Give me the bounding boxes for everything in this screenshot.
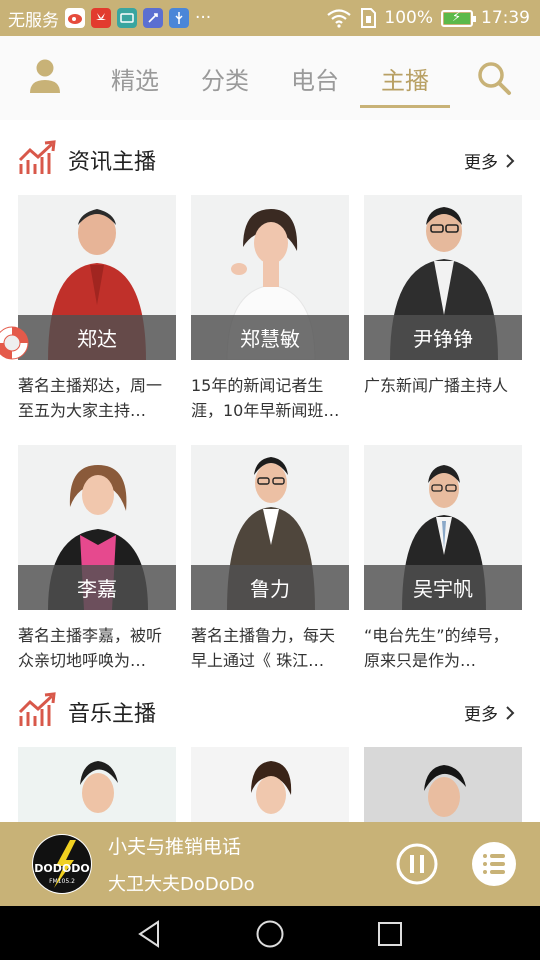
- host-photo: 鲁力: [191, 445, 349, 610]
- usb-icon: [169, 8, 189, 28]
- host-card[interactable]: 吴宇帆 “电台先生”的绰号，原来只是作为…: [364, 445, 522, 673]
- logo-frequency: FM105.2: [49, 878, 75, 885]
- section-header-news: 资讯主播 更多: [0, 134, 540, 184]
- host-photo: 尹铮铮: [364, 195, 522, 360]
- lifebuoy-icon[interactable]: [0, 318, 30, 368]
- host-card[interactable]: 鲁力 著名主播鲁力，每天早上通过《 珠江…: [191, 445, 349, 673]
- host-description: 广东新闻广播主持人: [364, 376, 509, 395]
- trending-chart-icon: [18, 692, 56, 726]
- section-header-music: 音乐主播 更多: [0, 686, 540, 736]
- host-photo: [18, 747, 176, 822]
- host-name: 吴宇帆: [364, 565, 522, 610]
- section-title: 音乐主播: [68, 702, 157, 727]
- host-photo: 郑达: [18, 195, 176, 360]
- section-title: 资讯主播: [68, 150, 157, 175]
- now-playing-bar[interactable]: DODODO FM105.2 小夫与推销电话 大卫大夫DoDoDo: [0, 822, 540, 906]
- recents-icon[interactable]: [375, 919, 405, 949]
- trending-chart-icon: [18, 140, 56, 174]
- host-card[interactable]: [191, 747, 349, 822]
- host-card[interactable]: [18, 747, 176, 822]
- tab-stations[interactable]: 电台: [270, 36, 360, 120]
- tab-featured[interactable]: 精选: [90, 36, 180, 120]
- host-card[interactable]: [364, 747, 522, 822]
- host-description: 著名主播鲁力，每天早上通过《 珠江…: [191, 626, 336, 670]
- host-card[interactable]: 尹铮铮 广东新闻广播主持人: [364, 195, 522, 423]
- top-navigation: 精选 分类 电台 主播: [0, 36, 540, 120]
- back-icon[interactable]: [136, 919, 166, 949]
- usb-tool-icon: [143, 8, 163, 28]
- host-name: 郑达: [18, 315, 176, 360]
- status-bar: 无服务 ··· 100% ⚡ 17:39: [0, 0, 540, 36]
- logo-text: DODODO: [34, 862, 89, 875]
- wallet-icon: [117, 8, 137, 28]
- content-scroll-area[interactable]: 资讯主播 更多 郑达 著名主播郑达，周一至五为大家主持… 郑慧敏 15年的新闻记…: [0, 120, 540, 822]
- host-photo: [191, 747, 349, 822]
- station-logo: DODODO FM105.2: [32, 834, 92, 894]
- more-link-music[interactable]: 更多: [464, 700, 516, 725]
- host-description: 著名主播李嘉，被听众亲切地呼唤为…: [18, 626, 163, 670]
- host-photo: 郑慧敏: [191, 195, 349, 360]
- host-name: 郑慧敏: [191, 315, 349, 360]
- host-photo: 吴宇帆: [364, 445, 522, 610]
- host-card[interactable]: 郑慧敏 15年的新闻记者生涯，10年早新闻班…: [191, 195, 349, 423]
- host-card[interactable]: 郑达 著名主播郑达，周一至五为大家主持…: [18, 195, 176, 423]
- playlist-button[interactable]: [472, 842, 516, 886]
- huawei-icon: [91, 8, 111, 28]
- chevron-right-icon: [506, 705, 515, 720]
- carrier-label: 无服务: [8, 10, 59, 31]
- host-description: “电台先生”的绰号，原来只是作为…: [364, 626, 509, 670]
- more-notifications-icon: ···: [195, 8, 212, 28]
- host-name: 李嘉: [18, 565, 176, 610]
- host-description: 著名主播郑达，周一至五为大家主持…: [18, 376, 163, 420]
- battery-percent: 100%: [384, 8, 433, 28]
- now-playing-program: 大卫大夫DoDoDo: [108, 874, 255, 895]
- system-nav-bar: [0, 906, 540, 960]
- clock: 17:39: [481, 8, 530, 28]
- host-name: 尹铮铮: [364, 315, 522, 360]
- chevron-right-icon: [506, 153, 515, 168]
- tab-hosts[interactable]: 主播: [360, 36, 450, 120]
- host-card[interactable]: 李嘉 著名主播李嘉，被听众亲切地呼唤为…: [18, 445, 176, 673]
- host-description: 15年的新闻记者生涯，10年早新闻班…: [191, 376, 340, 420]
- user-profile-icon[interactable]: [28, 58, 62, 94]
- search-icon[interactable]: [476, 60, 512, 96]
- sim-card-icon: [361, 8, 377, 28]
- host-photo: 李嘉: [18, 445, 176, 610]
- battery-icon: ⚡: [441, 9, 476, 27]
- tab-categories[interactable]: 分类: [180, 36, 270, 120]
- home-icon[interactable]: [255, 919, 285, 949]
- pause-button[interactable]: [396, 843, 438, 885]
- now-playing-title: 小夫与推销电话: [108, 836, 242, 858]
- host-photo: [364, 747, 522, 822]
- tab-bar: 精选 分类 电台 主播: [90, 36, 450, 120]
- wifi-icon: [327, 9, 352, 28]
- more-link-news[interactable]: 更多: [464, 148, 516, 173]
- weibo-icon: [65, 8, 85, 28]
- host-name: 鲁力: [191, 565, 349, 610]
